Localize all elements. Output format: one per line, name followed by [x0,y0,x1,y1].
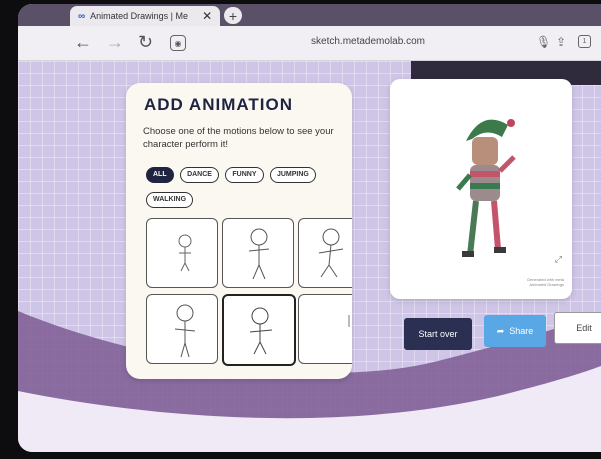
url-text[interactable]: sketch.metademolab.com [258,36,478,47]
edit-button[interactable]: Edit [554,312,601,344]
card-heading: ADD ANIMATION [144,95,293,114]
add-animation-card: ADD ANIMATION Choose one of the motions … [126,83,352,379]
animated-character-drawing [456,119,516,257]
fullscreen-icon[interactable]: ⤢ [555,254,562,265]
credit-text: Generated with meta Animated Drawings [526,277,564,287]
microphone-icon[interactable]: 🎙︎ [536,35,551,49]
share-icon[interactable]: ⇪ [556,35,566,49]
tab-title: Animated Drawings | Me [90,11,189,21]
motion-thumbnail[interactable] [146,294,218,364]
tab-switcher-icon[interactable]: 1 [578,35,591,48]
share-label: Share [509,326,534,336]
meta-logo-icon: ∞ [78,10,86,22]
filter-chip-walking[interactable]: WALKING [146,192,194,208]
tablet-screen: ∞ Animated Drawings | Me ✕ + ← → ↻ ◉ ske… [18,4,601,452]
filter-chip-dance[interactable]: DANCE [180,167,219,183]
site-settings-icon[interactable]: ◉ [170,35,186,51]
back-arrow-icon[interactable]: ← [74,32,92,53]
motion-thumbnail-selected[interactable] [222,294,296,366]
filter-chip-jumping[interactable]: JUMPING [269,167,316,183]
character-preview: ⤢ Generated with meta Animated Drawings [390,79,572,299]
close-tab-icon[interactable]: ✕ [202,9,212,23]
address-bar: ← → ↻ ◉ sketch.metademolab.com 🎙︎ ⇪ 1 [18,26,601,61]
browser-tab-bar: ∞ Animated Drawings | Me ✕ + [18,4,601,26]
share-arrow-icon: ➦ [496,325,505,336]
browser-tab[interactable]: ∞ Animated Drawings | Me ✕ [70,6,220,26]
motion-filter-chips: ALL DANCE FUNNY JUMPING WALKING [146,163,346,213]
filter-chip-funny[interactable]: FUNNY [225,167,264,183]
page-canvas: ADD ANIMATION Choose one of the motions … [18,61,601,452]
filter-chip-all[interactable]: ALL [146,167,174,183]
motion-thumbnail[interactable] [146,218,218,288]
card-description: Choose one of the motions below to see y… [143,126,334,150]
forward-arrow-icon[interactable]: → [106,32,124,53]
new-tab-button[interactable]: + [224,7,242,24]
reload-icon[interactable]: ↻ [138,32,153,53]
motion-thumbnail[interactable] [222,218,294,288]
motion-thumbnail[interactable] [298,294,352,364]
start-over-button[interactable]: Start over [404,318,472,350]
motion-thumbnail[interactable] [298,218,352,288]
share-button[interactable]: ➦ Share [484,315,546,347]
